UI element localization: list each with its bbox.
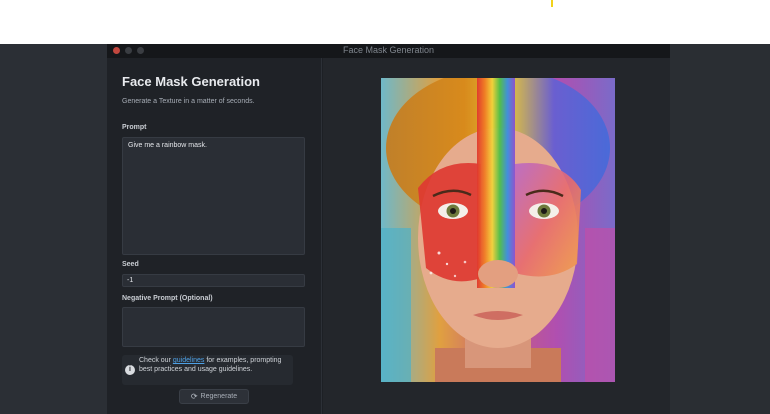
window-titlebar: Face Mask Generation — [107, 44, 670, 58]
prompt-input[interactable]: Give me a rainbow mask. — [122, 137, 305, 255]
negative-prompt-input[interactable] — [122, 307, 305, 347]
prompt-label: Prompt — [122, 124, 147, 131]
guidelines-text-before: Check our — [139, 357, 173, 364]
negative-prompt-label: Negative Prompt (Optional) — [122, 295, 213, 302]
seed-label: Seed — [122, 261, 139, 268]
preview-panel — [323, 58, 670, 414]
generated-face-illustration — [381, 78, 615, 382]
generated-face-image — [381, 78, 615, 382]
window-title: Face Mask Generation — [342, 45, 435, 55]
app-window: Face Mask Generation Face Mask Generatio… — [107, 44, 670, 414]
page-subtitle: Generate a Texture in a matter of second… — [122, 98, 255, 105]
cursor-marker — [551, 0, 553, 7]
desktop-backdrop-right — [670, 44, 770, 414]
page-title: Face Mask Generation — [122, 74, 260, 89]
guidelines-info-box: i Check our guidelines for examples, pro… — [122, 355, 293, 385]
info-icon: i — [125, 365, 135, 375]
refresh-icon: ⟳ — [190, 392, 198, 401]
seed-input[interactable]: -1 — [122, 274, 305, 287]
regenerate-button[interactable]: ⟳ Regenerate — [179, 389, 249, 404]
top-strip — [0, 0, 770, 44]
regenerate-label: Regenerate — [200, 393, 238, 400]
guidelines-link[interactable]: guidelines — [173, 357, 205, 364]
settings-panel: Face Mask Generation Generate a Texture … — [107, 58, 322, 414]
guidelines-text: Check our guidelines for examples, promp… — [139, 357, 291, 374]
